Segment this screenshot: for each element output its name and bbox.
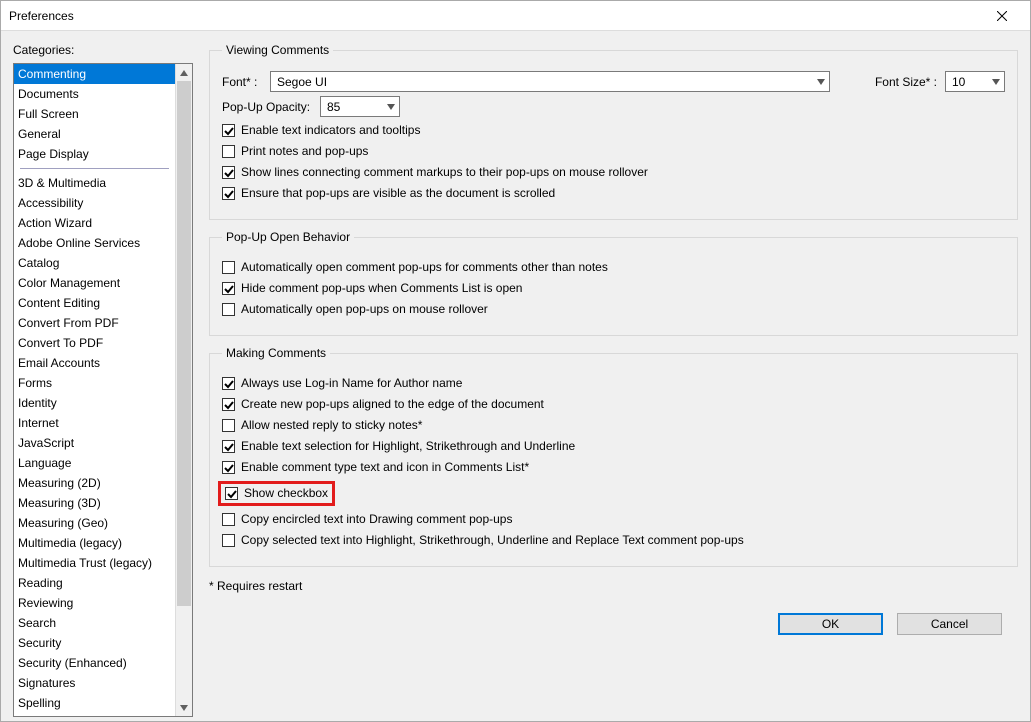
category-item[interactable]: Security (Enhanced) (14, 653, 175, 673)
auto-rollover-checkbox[interactable] (222, 303, 235, 316)
hide-popups-checkbox[interactable] (222, 282, 235, 295)
category-item[interactable]: Accessibility (14, 193, 175, 213)
font-value: Segoe UI (277, 75, 812, 89)
login-name-label: Always use Log-in Name for Author name (241, 376, 462, 391)
opacity-label: Pop-Up Opacity: (222, 100, 312, 114)
auto-rollover-label: Automatically open pop-ups on mouse roll… (241, 302, 488, 317)
category-item[interactable]: Color Management (14, 273, 175, 293)
login-name-checkbox[interactable] (222, 377, 235, 390)
category-item[interactable]: General (14, 124, 175, 144)
category-item[interactable]: Catalog (14, 253, 175, 273)
category-item[interactable]: 3D & Multimedia (14, 173, 175, 193)
show-lines-label: Show lines connecting comment markups to… (241, 165, 648, 180)
category-item[interactable]: Documents (14, 84, 175, 104)
cancel-button[interactable]: Cancel (897, 613, 1002, 635)
edge-align-checkbox[interactable] (222, 398, 235, 411)
nested-reply-label: Allow nested reply to sticky notes* (241, 418, 422, 433)
category-item[interactable]: Measuring (Geo) (14, 513, 175, 533)
category-item[interactable]: Search (14, 613, 175, 633)
scroll-down-button[interactable] (176, 699, 192, 716)
ok-button[interactable]: OK (778, 613, 883, 635)
category-item[interactable]: Measuring (2D) (14, 473, 175, 493)
popup-open-behavior-group: Pop-Up Open Behavior Automatically open … (209, 230, 1018, 336)
print-notes-checkbox[interactable] (222, 145, 235, 158)
category-item[interactable]: Forms (14, 373, 175, 393)
comment-type-checkbox[interactable] (222, 461, 235, 474)
font-label: Font* : (222, 75, 262, 89)
categories-label: Categories: (13, 43, 193, 57)
hide-popups-label: Hide comment pop-ups when Comments List … (241, 281, 522, 296)
enable-tooltips-checkbox[interactable] (222, 124, 235, 137)
category-item[interactable]: Multimedia (legacy) (14, 533, 175, 553)
font-dropdown[interactable]: Segoe UI (270, 71, 830, 92)
nested-reply-checkbox[interactable] (222, 419, 235, 432)
category-item[interactable]: Security (14, 633, 175, 653)
category-separator (20, 168, 169, 169)
category-item[interactable]: Measuring (3D) (14, 493, 175, 513)
category-item[interactable]: Signatures (14, 673, 175, 693)
popup-open-behavior-legend: Pop-Up Open Behavior (222, 230, 354, 244)
font-size-dropdown[interactable]: 10 (945, 71, 1005, 92)
auto-open-checkbox[interactable] (222, 261, 235, 274)
category-item[interactable]: Convert To PDF (14, 333, 175, 353)
category-item[interactable]: Action Wizard (14, 213, 175, 233)
close-button[interactable] (982, 2, 1022, 30)
viewing-comments-legend: Viewing Comments (222, 43, 333, 57)
category-item[interactable]: Email Accounts (14, 353, 175, 373)
category-item[interactable]: Commenting (14, 64, 175, 84)
ensure-visible-label: Ensure that pop-ups are visible as the d… (241, 186, 555, 201)
category-item[interactable]: Identity (14, 393, 175, 413)
chevron-down-icon (812, 72, 829, 91)
chevron-down-icon (987, 72, 1004, 91)
categories-listbox[interactable]: CommentingDocumentsFull ScreenGeneralPag… (13, 63, 193, 717)
preferences-dialog: Preferences Categories: CommentingDocume… (0, 0, 1031, 722)
category-item[interactable]: Multimedia Trust (legacy) (14, 553, 175, 573)
comment-type-label: Enable comment type text and icon in Com… (241, 460, 529, 475)
enable-tooltips-label: Enable text indicators and tooltips (241, 123, 420, 138)
category-item[interactable]: JavaScript (14, 433, 175, 453)
scroll-thumb[interactable] (177, 81, 191, 606)
copy-encircled-label: Copy encircled text into Drawing comment… (241, 512, 512, 527)
window-title: Preferences (9, 9, 982, 23)
show-checkbox-checkbox[interactable] (225, 487, 238, 500)
font-size-value: 10 (952, 75, 987, 89)
restart-note: * Requires restart (209, 579, 1018, 593)
category-item[interactable]: Page Display (14, 144, 175, 164)
show-lines-checkbox[interactable] (222, 166, 235, 179)
font-size-label: Font Size* : (875, 75, 937, 89)
category-item[interactable]: Full Screen (14, 104, 175, 124)
scroll-up-button[interactable] (176, 64, 192, 81)
copy-encircled-checkbox[interactable] (222, 513, 235, 526)
text-selection-label: Enable text selection for Highlight, Str… (241, 439, 575, 454)
print-notes-label: Print notes and pop-ups (241, 144, 368, 159)
category-item[interactable]: Convert From PDF (14, 313, 175, 333)
category-item[interactable]: Reviewing (14, 593, 175, 613)
edge-align-label: Create new pop-ups aligned to the edge o… (241, 397, 544, 412)
close-icon (997, 11, 1007, 21)
category-item[interactable]: Content Editing (14, 293, 175, 313)
category-item[interactable]: Reading (14, 573, 175, 593)
show-checkbox-highlight: Show checkbox (218, 481, 335, 506)
text-selection-checkbox[interactable] (222, 440, 235, 453)
categories-scrollbar[interactable] (175, 64, 192, 716)
category-item[interactable]: Adobe Online Services (14, 233, 175, 253)
auto-open-label: Automatically open comment pop-ups for c… (241, 260, 608, 275)
viewing-comments-group: Viewing Comments Font* : Segoe UI Font S… (209, 43, 1018, 220)
chevron-down-icon (382, 97, 399, 116)
titlebar: Preferences (1, 1, 1030, 31)
making-comments-group: Making Comments Always use Log-in Name f… (209, 346, 1018, 567)
category-item[interactable]: Internet (14, 413, 175, 433)
opacity-value: 85 (327, 100, 382, 114)
copy-selected-label: Copy selected text into Highlight, Strik… (241, 533, 744, 548)
category-item[interactable]: Language (14, 453, 175, 473)
making-comments-legend: Making Comments (222, 346, 330, 360)
copy-selected-checkbox[interactable] (222, 534, 235, 547)
scroll-track[interactable] (176, 81, 192, 699)
opacity-dropdown[interactable]: 85 (320, 96, 400, 117)
category-item[interactable]: Spelling (14, 693, 175, 713)
ensure-visible-checkbox[interactable] (222, 187, 235, 200)
show-checkbox-label: Show checkbox (244, 486, 328, 501)
